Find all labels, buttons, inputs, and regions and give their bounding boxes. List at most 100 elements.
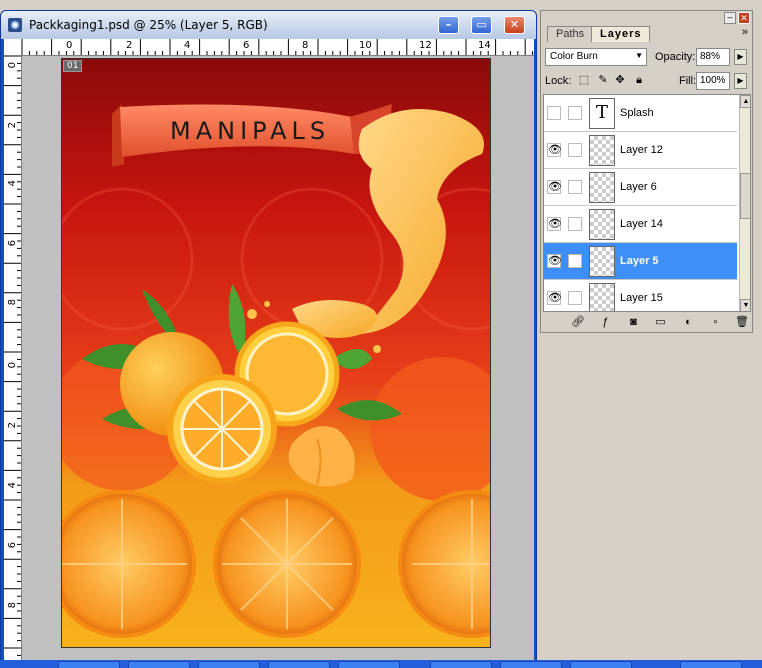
layer-name: Layer 15	[620, 292, 663, 304]
visibility-toggle[interactable]: 👁︎	[547, 217, 562, 231]
brand-text: MANIPALS	[170, 117, 331, 145]
link-toggle[interactable]	[568, 217, 582, 231]
panel-close-button[interactable]: ✕	[738, 12, 750, 24]
layers-list: T Splash 👁︎ Layer 12 👁︎ Layer 6 👁︎ Layer…	[543, 94, 751, 312]
opacity-label: Opacity:	[655, 51, 696, 63]
taskbar-button[interactable]	[268, 661, 330, 668]
layer-thumbnail	[589, 135, 615, 166]
layer-name: Splash	[620, 107, 654, 119]
blend-mode-value: Color Burn	[550, 51, 598, 62]
document-body: 0 2 4 6 8 10 12 14 0 2 4 6 8 0 2 4 6 8 0…	[4, 39, 534, 660]
eye-icon: 👁︎	[548, 144, 562, 156]
layer-row[interactable]: 👁︎ Layer 6	[544, 169, 737, 206]
layer-row-selected[interactable]: 👁︎ ✎ Layer 5	[544, 243, 737, 280]
scroll-down-icon[interactable]: ▼	[740, 299, 750, 311]
layer-name: Layer 5	[620, 255, 659, 267]
vertical-ruler[interactable]: 0 2 4 6 8 0 2 4 6 8	[4, 56, 22, 660]
canvas-area[interactable]: 01 MANIPALS	[22, 56, 534, 660]
ruler-label: 12	[419, 40, 432, 51]
link-layers-icon[interactable]: 🔗︎	[571, 316, 585, 329]
tab-layers[interactable]: Layers	[591, 26, 651, 42]
panel-footer: 🔗︎ ƒ ◙ ▭ ◐ ▫ 🗑︎	[541, 314, 752, 332]
taskbar-button[interactable]	[58, 661, 120, 668]
taskbar-button[interactable]	[198, 661, 260, 668]
layer-name: Layer 12	[620, 144, 663, 156]
layer-name: Layer 6	[620, 181, 657, 193]
blend-row: Color Burn ▼ Opacity: 88% ▶	[541, 46, 752, 68]
panel-menu-icon[interactable]: »	[742, 26, 748, 38]
layer-row[interactable]: 👁︎ Layer 12	[544, 132, 737, 169]
visibility-toggle[interactable]: 👁︎	[547, 143, 562, 157]
link-toggle[interactable]	[568, 180, 582, 194]
close-button[interactable]: ✕	[504, 16, 525, 34]
adjustment-layer-icon[interactable]: ◐	[682, 316, 695, 329]
panel-header: – ✕ Paths Layers »	[541, 11, 752, 42]
ruler-origin[interactable]	[4, 39, 22, 56]
ruler-label: 2	[7, 122, 18, 129]
taskbar-button[interactable]	[128, 661, 190, 668]
visibility-toggle[interactable]: 👁︎	[547, 180, 562, 194]
layer-row[interactable]: T Splash	[544, 95, 737, 132]
new-layer-icon[interactable]: ▫	[709, 316, 722, 329]
layers-scrollbar[interactable]: ▲ ▼	[739, 95, 750, 311]
maximize-button[interactable]: ▭	[471, 16, 492, 34]
delete-layer-icon[interactable]: 🗑︎	[735, 316, 749, 329]
link-toggle[interactable]: ✎	[568, 254, 582, 268]
taskbar-button[interactable]	[500, 661, 562, 668]
taskbar-button[interactable]	[680, 661, 742, 668]
ruler-ticks-left	[4, 56, 21, 656]
ruler-label: 8	[7, 602, 18, 609]
layer-row[interactable]: 👁︎ Layer 15	[544, 280, 737, 311]
link-toggle[interactable]	[568, 291, 582, 305]
visibility-toggle[interactable]: 👁︎	[547, 291, 562, 305]
layer-style-icon[interactable]: ƒ	[599, 316, 612, 329]
fill-input[interactable]: 100%	[696, 72, 730, 90]
ruler-label: 0	[66, 40, 73, 51]
scroll-up-icon[interactable]: ▲	[740, 95, 750, 108]
taskbar-button[interactable]	[570, 661, 632, 668]
photoshop-doc-icon	[8, 18, 22, 32]
window-title: Packkaging1.psd @ 25% (Layer 5, RGB)	[29, 18, 268, 32]
tab-paths[interactable]: Paths	[547, 26, 594, 42]
layer-row[interactable]: 👁︎ Layer 14	[544, 206, 737, 243]
lock-pixels-icon[interactable]: ✎	[597, 74, 609, 86]
brush-icon: ✎	[570, 255, 580, 266]
ruler-label: 4	[184, 40, 191, 51]
horizontal-ruler[interactable]: 0 2 4 6 8 10 12 14	[22, 39, 534, 56]
visibility-toggle[interactable]	[547, 106, 561, 120]
layer-thumbnail	[589, 209, 615, 240]
lock-position-icon[interactable]: ✥	[614, 74, 626, 86]
add-mask-icon[interactable]: ◙	[627, 316, 640, 329]
slice-badge: 01	[63, 60, 83, 72]
taskbar-button[interactable]	[338, 661, 400, 668]
taskbar-button[interactable]	[430, 661, 492, 668]
panel-minimize-button[interactable]: –	[724, 12, 736, 24]
ruler-label: 2	[126, 40, 133, 51]
layer-thumbnail	[589, 283, 615, 311]
layer-name: Layer 14	[620, 218, 663, 230]
eye-icon: 👁︎	[548, 181, 562, 193]
minimize-button[interactable]: –	[438, 16, 459, 34]
blend-mode-select[interactable]: Color Burn ▼	[545, 48, 647, 66]
scrollbar-thumb[interactable]	[740, 173, 750, 219]
ruler-label: 2	[7, 422, 18, 429]
lock-transparency-icon[interactable]: ⬚	[578, 74, 590, 86]
text-layer-thumbnail: T	[589, 98, 615, 129]
eye-icon: 👁︎	[548, 218, 562, 230]
ruler-label: 8	[7, 299, 18, 306]
packaging-artwork[interactable]: 01 MANIPALS	[61, 58, 491, 648]
visibility-toggle[interactable]: 👁︎	[547, 254, 562, 268]
title-bar[interactable]: Packkaging1.psd @ 25% (Layer 5, RGB) – ▭…	[1, 11, 536, 39]
new-group-icon[interactable]: ▭	[654, 316, 667, 329]
link-toggle[interactable]	[568, 143, 582, 157]
link-toggle[interactable]	[568, 106, 582, 120]
ruler-label: 8	[302, 40, 309, 51]
lock-all-icon[interactable]: 🔒︎	[633, 74, 645, 86]
opacity-input[interactable]: 88%	[696, 48, 730, 66]
ruler-label: 4	[7, 180, 18, 187]
ruler-ticks-top	[22, 39, 534, 55]
opacity-slider-toggle-icon[interactable]: ▶	[734, 49, 747, 65]
ruler-label: 6	[243, 40, 250, 51]
fill-slider-toggle-icon[interactable]: ▶	[734, 73, 747, 89]
artwork-illustration	[62, 59, 490, 647]
